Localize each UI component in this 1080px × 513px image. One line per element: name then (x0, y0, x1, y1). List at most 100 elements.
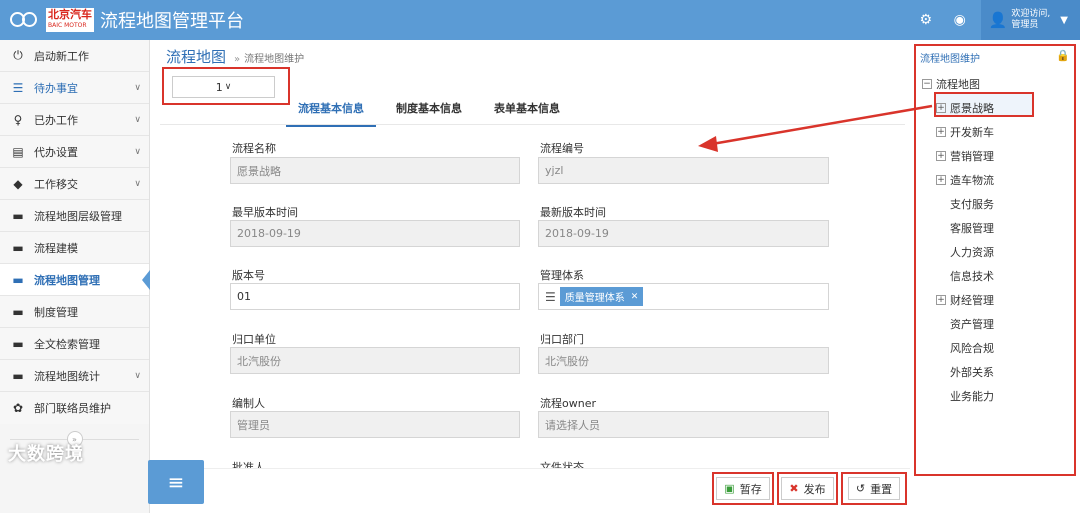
tree-node-capability[interactable]: 业务能力 (950, 388, 994, 404)
chevron-down-icon: ∨ (224, 82, 232, 92)
gear-icon: ✿ (12, 401, 24, 415)
tree-node-vision[interactable]: + 愿景战略 (936, 100, 994, 116)
tab-form-info[interactable]: 表单基本信息 (482, 96, 572, 127)
expand-icon[interactable]: + (936, 295, 946, 305)
owning-unit-input[interactable]: 北汽股份 (230, 347, 520, 374)
publish-highlight: ✖ 发布 (777, 472, 838, 505)
breadcrumb: 流程地图 » 流程地图维护 (166, 46, 304, 67)
save-draft-button[interactable]: ▣ 暂存 (716, 477, 770, 500)
process-owner-label: 流程owner (540, 397, 596, 410)
breadcrumb-title[interactable]: 流程地图 (166, 46, 226, 67)
brand-logo: 北京汽车 BAIC MOTOR (46, 8, 94, 32)
tree-root[interactable]: − 流程地图 (922, 76, 980, 92)
chevron-down-icon: ∨ (134, 146, 141, 157)
sidebar-item-map-management[interactable]: ▬ 流程地图管理 (0, 264, 150, 296)
process-form: 流程名称 愿景战略 流程编号 yjzl 最早版本时间 2018-09-19 最新… (160, 130, 905, 468)
chevron-down-icon: ∨ (134, 178, 141, 189)
sidebar-item-liaison[interactable]: ✿ 部门联络员维护 (0, 392, 149, 424)
latest-version-label: 最新版本时间 (540, 206, 606, 219)
expand-icon[interactable]: + (936, 175, 946, 185)
app-title: 流程地图管理平台 (100, 11, 244, 32)
sidebar-item-modeling[interactable]: ▬ 流程建模 (0, 232, 149, 264)
reset-highlight: ↺ 重置 (841, 472, 907, 505)
tree-node-customer-service[interactable]: 客服管理 (950, 220, 994, 236)
user-icon: 👤 (988, 11, 1008, 29)
sidebar-item-search[interactable]: ▬ 全文检索管理 (0, 328, 149, 360)
eye-slash-icon[interactable]: ◉ (943, 0, 977, 40)
tabs-divider (160, 124, 905, 125)
management-system-tag: 质量管理体系 ✕ (559, 287, 644, 306)
caret-down-icon: ▼ (1060, 14, 1068, 26)
tree-node-new-car[interactable]: + 开发新车 (936, 124, 994, 140)
lock-icon[interactable]: 🔒 (1056, 49, 1070, 62)
tree-node-hr[interactable]: 人力资源 (950, 244, 994, 260)
tree-node-payment[interactable]: 支付服务 (950, 196, 994, 212)
reset-button[interactable]: ↺ 重置 (847, 477, 901, 500)
remove-tag-icon[interactable]: ✕ (631, 292, 639, 302)
power-icon: ⏻ (13, 48, 23, 62)
sidebar-item-map-level[interactable]: ▬ 流程地图层级管理 (0, 200, 149, 232)
hamburger-icon: ≡ (167, 470, 185, 494)
clipboard-icon: ▤ (12, 144, 24, 159)
process-code-input[interactable]: yjzl (538, 157, 829, 184)
approver-label: 批准人 (232, 461, 265, 468)
version-no-input[interactable]: 01 (230, 283, 520, 310)
tree-title: 流程地图维护 (920, 54, 980, 65)
sidebar-item-policy[interactable]: ▬ 制度管理 (0, 296, 149, 328)
sidebar-item-todo[interactable]: ☰ 待办事宜 ∨ (0, 72, 149, 104)
owning-unit-label: 归口单位 (232, 333, 276, 346)
latest-version-input[interactable]: 2018-09-19 (538, 220, 829, 247)
expand-icon[interactable]: + (936, 103, 946, 113)
sidebar-item-statistics[interactable]: ▬ 流程地图统计 ∨ (0, 360, 149, 392)
sidebar-item-start-work[interactable]: ⏻ 启动新工作 (0, 40, 149, 72)
list-icon: ☰ (12, 80, 24, 95)
earliest-version-input[interactable]: 2018-09-19 (230, 220, 520, 247)
version-no-label: 版本号 (232, 269, 265, 282)
tab-policy-info[interactable]: 制度基本信息 (384, 96, 474, 127)
process-code-label: 流程编号 (540, 142, 584, 155)
tree-node-marketing[interactable]: + 营销管理 (936, 148, 994, 164)
bulb-icon: ♀ (13, 112, 23, 127)
watermark: 大数跨境 (8, 444, 84, 465)
cup-icon: ▬ (12, 336, 24, 351)
cup-icon: ▬ (12, 368, 24, 383)
management-system-field[interactable]: ☰ 质量管理体系 ✕ (538, 283, 829, 310)
tab-process-info[interactable]: 流程基本信息 (286, 96, 376, 127)
expand-icon[interactable]: + (936, 127, 946, 137)
version-select[interactable]: 1 ∨ (172, 76, 275, 98)
tree-node-risk[interactable]: 风险合规 (950, 340, 994, 356)
list-icon: ☰ (545, 289, 556, 304)
owning-department-input[interactable]: 北汽股份 (538, 347, 829, 374)
version-highlight: 1 ∨ (162, 67, 290, 105)
process-owner-input[interactable]: 请选择人员 (538, 411, 829, 438)
cup-icon: ▬ (12, 208, 24, 223)
tree-node-logistics[interactable]: + 造车物流 (936, 172, 994, 188)
tree-node-it[interactable]: 信息技术 (950, 268, 994, 284)
owning-department-label: 归口部门 (540, 333, 584, 346)
tree-node-external[interactable]: 外部关系 (950, 364, 994, 380)
management-system-label: 管理体系 (540, 269, 584, 282)
user-name: 管理员 (1011, 20, 1039, 30)
tree-node-assets[interactable]: 资产管理 (950, 316, 994, 332)
chevron-down-icon: ∨ (134, 82, 141, 93)
info-tabs: 流程基本信息 制度基本信息 表单基本信息 (286, 96, 580, 127)
file-status-label: 文件状态 (540, 461, 584, 468)
publish-button[interactable]: ✖ 发布 (781, 477, 834, 500)
sidebar-item-handover[interactable]: ◆ 工作移交 ∨ (0, 168, 149, 200)
cup-icon: ▬ (12, 304, 24, 319)
sidebar-item-proxy-settings[interactable]: ▤ 代办设置 ∨ (0, 136, 149, 168)
tree-node-finance[interactable]: + 财经管理 (936, 292, 994, 308)
author-input[interactable]: 管理员 (230, 411, 520, 438)
process-name-label: 流程名称 (232, 142, 276, 155)
user-greeting: 欢迎访问, (1011, 9, 1051, 19)
collapse-icon[interactable]: − (922, 79, 932, 89)
process-name-input[interactable]: 愿景战略 (230, 157, 520, 184)
user-menu[interactable]: 👤 欢迎访问, 管理员 ▼ (980, 0, 1080, 40)
logo: 北京汽车 BAIC MOTOR 流程地图管理平台 (10, 7, 244, 33)
cup-icon: ▬ (12, 240, 24, 255)
sidebar-item-done-work[interactable]: ♀ 已办工作 ∨ (0, 104, 149, 136)
expand-icon[interactable]: + (936, 151, 946, 161)
chevron-down-icon: ∨ (134, 114, 141, 125)
gears-icon[interactable]: ⚙ (909, 0, 943, 40)
breadcrumb-separator: » (234, 54, 241, 65)
